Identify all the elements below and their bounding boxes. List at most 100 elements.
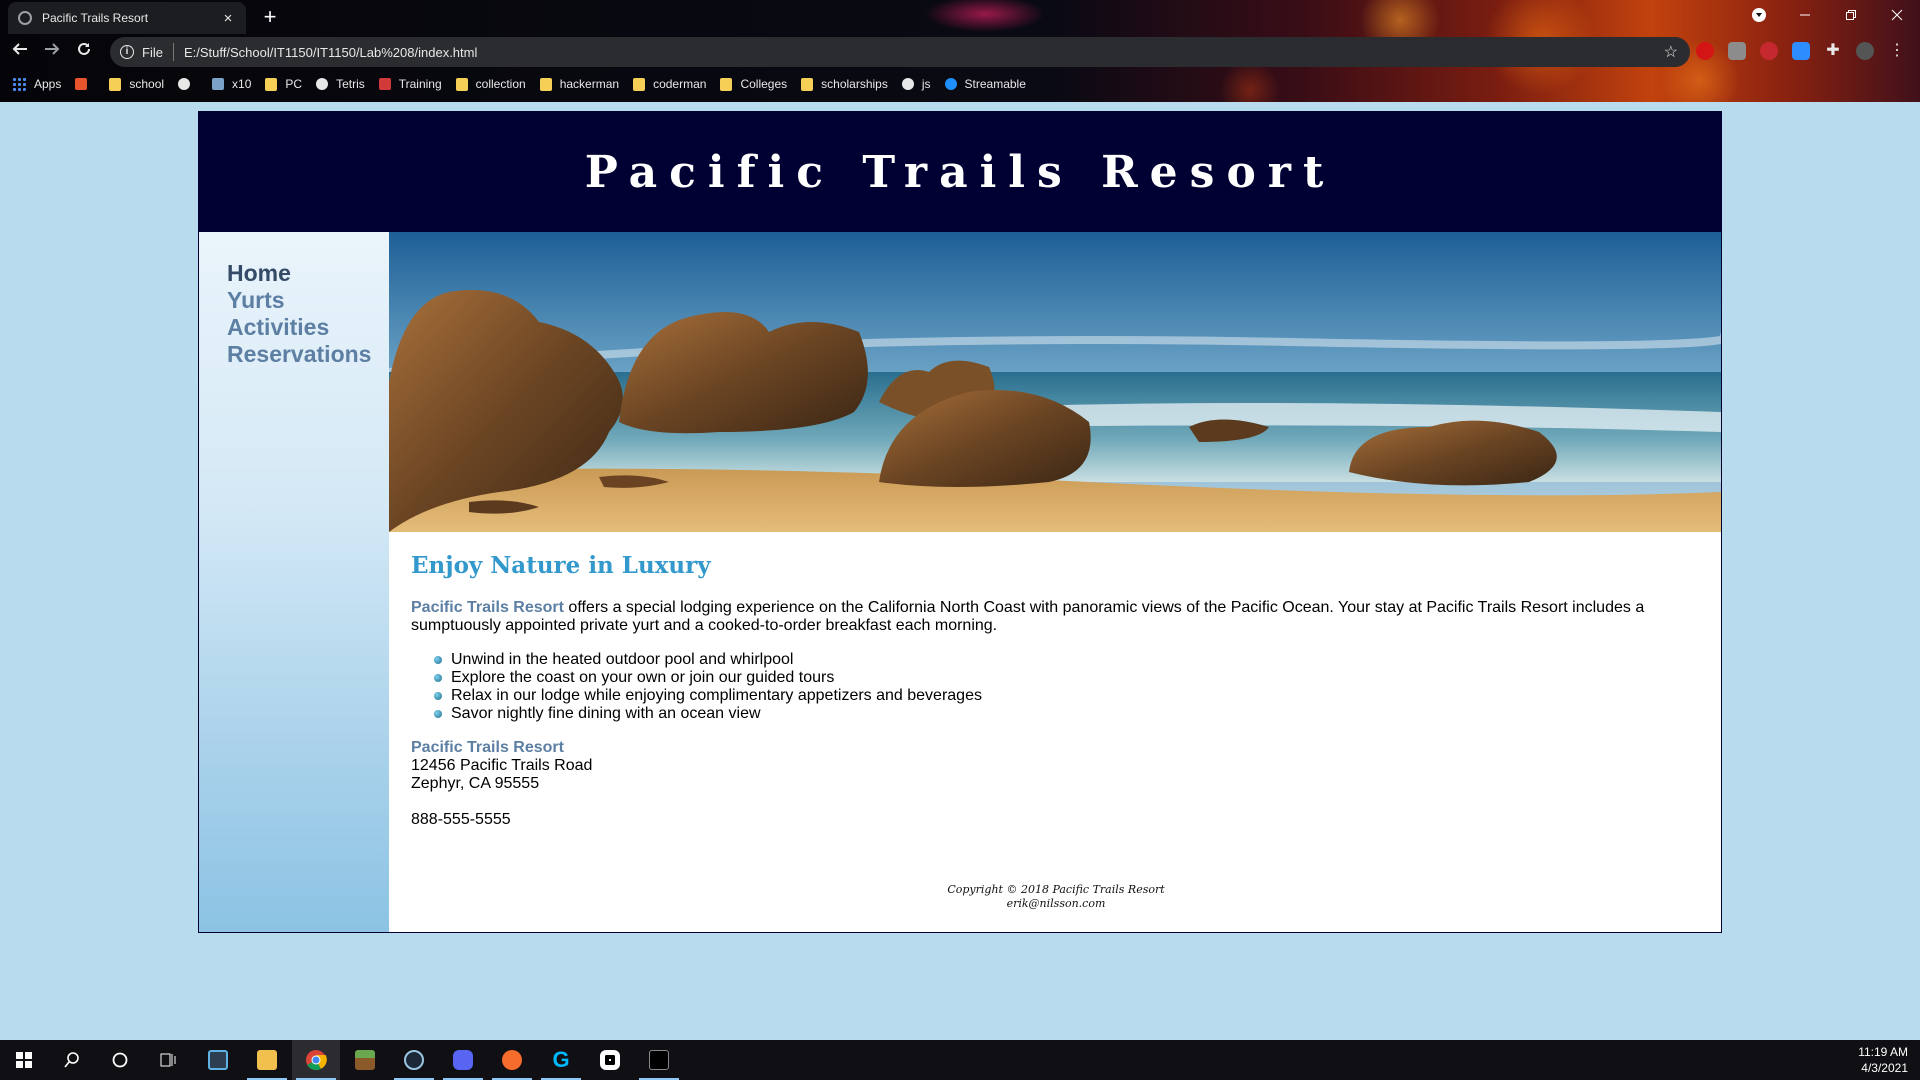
bookmark-label: js [921,77,931,91]
intro-text: offers a special lodging experience on t… [411,599,1645,634]
terminal-icon[interactable] [635,1040,683,1080]
back-arrow-icon[interactable] [8,40,32,64]
profile-menu-icon[interactable] [1736,0,1782,30]
globe-icon [316,78,329,90]
bookmark-item[interactable]: js [901,77,931,91]
bookmark-label: PC [285,77,303,91]
origin-icon[interactable] [488,1040,536,1080]
profile-avatar-icon[interactable] [1856,42,1874,60]
adblock-extension-icon[interactable] [1696,42,1714,60]
bookmark-star-icon[interactable]: ☆ [1664,42,1678,62]
bookmark-label: school [129,77,165,91]
address-city: Zephyr, CA 95555 [411,775,540,792]
folder-icon [633,77,646,91]
feature-item: Explore the coast on your own or join ou… [434,669,1701,687]
address-street: 12456 Pacific Trails Road [411,757,593,774]
page-wrapper: Pacific Trails Resort Home Yurts Activit… [198,111,1722,933]
feature-item: Relax in our lodge while enjoying compli… [434,687,1701,705]
cortana-icon[interactable] [96,1040,144,1080]
app-icon[interactable] [194,1040,242,1080]
bookmark-item[interactable]: collection [455,77,526,91]
feature-item: Savor nightly fine dining with an ocean … [434,705,1701,723]
bookmark-item[interactable]: Streamable [944,77,1026,91]
globe-favicon-icon [18,11,32,25]
bookmark-item[interactable] [178,78,198,90]
bookmark-item[interactable]: Apps [12,77,61,91]
omnibox-divider [172,43,174,61]
bookmark-item[interactable]: scholarships [801,77,888,91]
folder-icon [455,77,468,91]
bookmark-label: x10 [232,77,252,91]
browser-toolbar: i File E:/Stuff/School/IT1150/IT1150/Lab… [0,34,1920,70]
footer-email-link[interactable]: erik@nilsson.com [411,897,1701,911]
windows-taskbar: G 11:19 AM 4/3/2021 [0,1040,1920,1080]
extension-icon[interactable] [1728,42,1746,60]
streamable-icon [944,78,957,90]
page-heading: Enjoy Nature in Luxury [411,552,711,579]
bookmark-item[interactable]: PC [265,77,302,91]
steam-icon[interactable] [390,1040,438,1080]
intro-brand: Pacific Trails Resort [411,599,564,616]
window-close-icon[interactable] [1874,0,1920,30]
reload-icon[interactable] [72,40,96,64]
bookmark-item[interactable]: coderman [633,77,706,91]
task-view-icon[interactable] [144,1040,192,1080]
bookmark-item[interactable]: hackerman [539,77,620,91]
bookmark-item[interactable]: Training [378,77,442,91]
bookmark-label: hackerman [559,77,620,91]
bookmark-label: Colleges [740,77,788,91]
logitech-icon[interactable]: G [537,1040,585,1080]
address-bar[interactable]: i File E:/Stuff/School/IT1150/IT1150/Lab… [110,37,1690,67]
badge-extension-icon[interactable] [1760,42,1778,60]
site-title: Pacific Trails Resort [584,146,1336,198]
tab-strip: Pacific Trails Resort × + [0,0,1920,34]
features-list: Unwind in the heated outdoor pool and wh… [434,651,1701,723]
bookmark-label: Streamable [964,77,1026,91]
windows-start-icon[interactable] [0,1040,48,1080]
nav-link-yurts[interactable]: Yurts [227,287,389,314]
zoom-extension-icon[interactable] [1792,42,1810,60]
minimize-icon[interactable] [1782,0,1828,30]
forward-arrow-icon[interactable] [40,40,64,64]
bookmark-item[interactable]: Colleges [720,77,787,91]
x10-icon [212,78,225,90]
minecraft-icon[interactable] [341,1040,389,1080]
main-nav: Home Yurts Activities Reservations [199,232,389,932]
oculus-icon[interactable] [586,1040,634,1080]
training-icon [378,78,391,90]
chrome-icon[interactable] [292,1040,340,1080]
restore-icon[interactable] [1828,0,1874,30]
folder-icon [539,77,552,91]
kebab-menu-icon[interactable]: ⋮ [1888,42,1906,60]
bookmark-item[interactable] [75,78,95,90]
extensions-puzzle-icon[interactable]: ✚ [1824,42,1842,60]
tab-close-icon[interactable]: × [220,10,236,27]
url-text[interactable]: E:/Stuff/School/IT1150/IT1150/Lab%208/in… [184,45,477,60]
feature-item: Unwind in the heated outdoor pool and wh… [434,651,1701,669]
system-clock[interactable]: 11:19 AM 4/3/2021 [1858,1044,1908,1076]
search-icon[interactable] [48,1040,96,1080]
browser-tab-active[interactable]: Pacific Trails Resort × [8,2,246,34]
bookmark-item[interactable]: Tetris [316,77,365,91]
phone-number: 888-555-5555 [411,811,511,828]
hero-coastline-image [389,232,1721,532]
discord-icon[interactable] [439,1040,487,1080]
site-info-icon[interactable]: i [120,45,134,59]
site-footer: Copyright © 2018 Pacific Trails Resort e… [411,883,1701,911]
tab-title: Pacific Trails Resort [42,11,149,25]
bookmark-label: coderman [653,77,707,91]
address-name: Pacific Trails Resort [411,739,564,756]
clock-time: 11:19 AM [1858,1045,1908,1059]
new-tab-button[interactable]: + [258,4,282,30]
file-explorer-icon[interactable] [243,1040,291,1080]
bookmark-item[interactable]: school [109,77,164,91]
bookmark-item[interactable]: x10 [212,77,251,91]
globe-icon [178,78,191,90]
nav-link-home[interactable]: Home [227,260,389,287]
address-block: Pacific Trails Resort 12456 Pacific Trai… [411,739,1701,829]
main-content: Enjoy Nature in Luxury Pacific Trails Re… [411,552,1701,829]
nav-link-activities[interactable]: Activities [227,314,389,341]
nav-link-reservations[interactable]: Reservations [227,341,389,368]
intro-paragraph: Pacific Trails Resort offers a special l… [411,599,1701,635]
folder-icon [720,77,733,91]
